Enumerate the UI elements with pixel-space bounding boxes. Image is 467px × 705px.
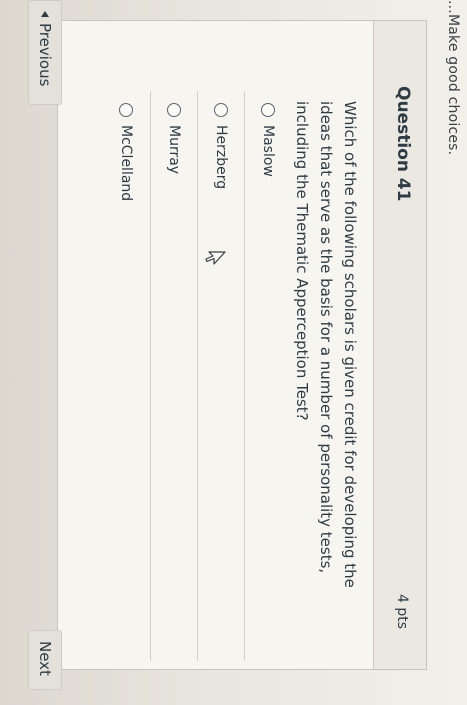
screen: ...Make good choices. Question 41 4 pts …: [0, 0, 467, 705]
radio-button[interactable]: [214, 103, 228, 117]
answer-option-murray[interactable]: Murray: [150, 91, 197, 661]
answer-label: Murray: [166, 125, 182, 175]
answer-list: Maslow Herzberg Murray McClelland: [103, 91, 291, 661]
answer-label: McClelland: [118, 125, 135, 202]
quiz-page: ...Make good choices. Question 41 4 pts …: [0, 0, 467, 705]
question-title: Question 41: [393, 86, 413, 202]
question-points: 4 pts: [394, 593, 410, 629]
banner-text: ...Make good choices.: [445, 0, 461, 156]
question-text: Which of the following scholars is given…: [293, 101, 359, 588]
answer-option-mcclelland[interactable]: McClelland: [103, 91, 150, 661]
answer-label: Maslow: [260, 125, 276, 177]
radio-button[interactable]: [119, 103, 134, 117]
previous-label: Previous: [36, 23, 54, 87]
radio-button[interactable]: [261, 103, 275, 117]
answer-option-maslow[interactable]: Maslow: [244, 91, 291, 661]
radio-button[interactable]: [167, 103, 181, 117]
question-header: Question 41 4 pts: [373, 21, 426, 669]
next-label: Next: [36, 641, 54, 676]
question-card: Question 41 4 pts Which of the following…: [57, 20, 427, 670]
answer-label: Herzberg: [213, 125, 229, 190]
mouse-pointer-icon: [205, 251, 226, 265]
previous-button[interactable]: Previous: [28, 0, 62, 105]
next-button[interactable]: Next: [28, 630, 62, 690]
chevron-left-icon: [41, 11, 49, 17]
answer-option-herzberg[interactable]: Herzberg: [197, 91, 244, 661]
